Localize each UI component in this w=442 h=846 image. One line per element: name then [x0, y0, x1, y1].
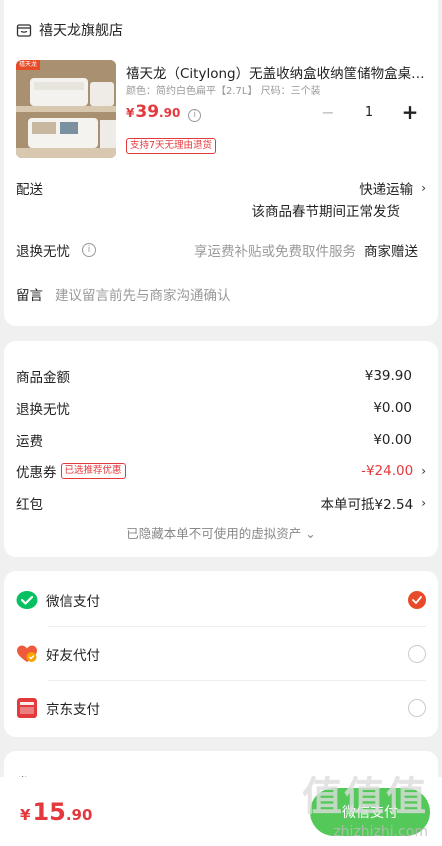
brand-tag: 禧天龙	[16, 60, 41, 70]
product-spec[interactable]: 颜色：简约白色扁平【2.7L】 尺码：三个装	[126, 82, 321, 97]
coupon-row[interactable]: 优惠券 已选推荐优惠 -¥24.00 ›	[16, 461, 426, 481]
payment-label: 微信支付	[46, 594, 100, 610]
watermark-text: 值值值	[302, 774, 428, 820]
product-image	[16, 60, 116, 158]
payment-option-wechat[interactable]: 微信支付	[16, 590, 426, 610]
divider	[48, 626, 426, 627]
shipping-label: 运费	[16, 434, 43, 450]
jd-pay-icon	[17, 698, 37, 718]
order-card	[4, 0, 438, 326]
product-price: ¥ 39 .90 i	[126, 102, 202, 122]
info-icon[interactable]: i	[188, 109, 202, 122]
return-badge: 支持7天无理由退货	[126, 138, 217, 154]
radio-checked-icon[interactable]	[408, 591, 426, 609]
price-currency: ¥	[126, 106, 135, 120]
total-int: 15	[32, 798, 66, 826]
coupon-value: -¥24.00	[361, 463, 414, 479]
coupon-label: 优惠券	[16, 465, 57, 481]
total-price: ¥ 15 .90	[20, 798, 92, 826]
shipping-value: ¥0.00	[373, 432, 412, 448]
redpacket-label: 红包	[16, 497, 43, 513]
payment-label: 京东支付	[46, 702, 100, 718]
message-row[interactable]: 留言 建议留言前先与商家沟通确认	[16, 284, 426, 304]
watermark-url: zhizhizhi.com	[333, 824, 428, 840]
watermark-logo: 值值值 zhizhizhi.com	[296, 764, 436, 844]
exchange-row[interactable]: 退换无忧 i 享运费补贴或免费取件服务 商家赠送	[16, 240, 426, 260]
decrease-button[interactable]: −	[316, 103, 340, 122]
increase-button[interactable]: +	[398, 100, 422, 124]
message-label: 留言	[16, 288, 43, 304]
exchange-fee-value: ¥0.00	[373, 400, 412, 416]
shipping-row: 运费 ¥0.00	[16, 430, 426, 450]
coupon-tag: 已选推荐优惠	[60, 463, 126, 479]
payment-label: 好友代付	[46, 648, 100, 664]
exchange-fee-label: 退换无忧	[16, 402, 70, 418]
store-name: 禧天龙旗舰店	[39, 23, 123, 39]
exchange-desc: 享运费补贴或免费取件服务	[194, 244, 356, 260]
divider	[48, 680, 426, 681]
radio-unchecked-icon[interactable]	[408, 645, 426, 663]
store-icon	[16, 24, 32, 37]
goods-label: 商品金额	[16, 370, 70, 386]
info-icon[interactable]: i	[82, 243, 96, 257]
goods-value: ¥39.90	[364, 368, 412, 384]
payment-option-jd[interactable]: 京东支付	[16, 697, 426, 719]
store-header[interactable]: 禧天龙旗舰店	[16, 20, 123, 40]
chevron-right-icon: ›	[421, 464, 426, 478]
message-input[interactable]: 建议留言前先与商家沟通确认	[55, 284, 231, 304]
chevron-right-icon: ›	[421, 181, 426, 195]
price-dec: .90	[159, 106, 181, 120]
delivery-label: 配送	[16, 182, 43, 198]
product-title[interactable]: 禧天龙（Citylong）无盖收纳盒收纳筐储物盒桌面收纳	[126, 62, 426, 82]
redpacket-value: 本单可抵¥2.54	[320, 497, 414, 513]
chevron-right-icon: ›	[421, 496, 426, 510]
delivery-row[interactable]: 配送 快递运输 ›	[16, 178, 426, 198]
radio-unchecked-icon[interactable]	[408, 699, 426, 717]
total-dec: .90	[65, 806, 93, 824]
wechat-pay-icon	[16, 591, 38, 609]
goods-amount-row: 商品金额 ¥39.90	[16, 366, 426, 386]
hidden-assets-toggle[interactable]: 已隐藏本单不可使用的虚拟资产 ⌄	[0, 523, 442, 542]
exchange-value: 商家赠送	[364, 244, 418, 260]
redpacket-row[interactable]: 红包 本单可抵¥2.54 ›	[16, 493, 426, 513]
delivery-value: 快递运输	[359, 182, 414, 198]
price-int: 39	[135, 102, 160, 122]
exchange-label: 退换无忧	[16, 244, 70, 260]
quantity-stepper: − 1 +	[316, 100, 422, 124]
exchange-fee-row: 退换无忧 ¥0.00	[16, 398, 426, 418]
delivery-note: 该商品春节期间正常发货	[251, 204, 401, 220]
product-thumbnail[interactable]: 禧天龙	[16, 60, 116, 158]
friend-pay-icon	[17, 645, 37, 662]
total-currency: ¥	[20, 806, 31, 824]
quantity-value[interactable]: 1	[340, 105, 398, 120]
payment-option-friend[interactable]: 好友代付	[16, 644, 426, 664]
